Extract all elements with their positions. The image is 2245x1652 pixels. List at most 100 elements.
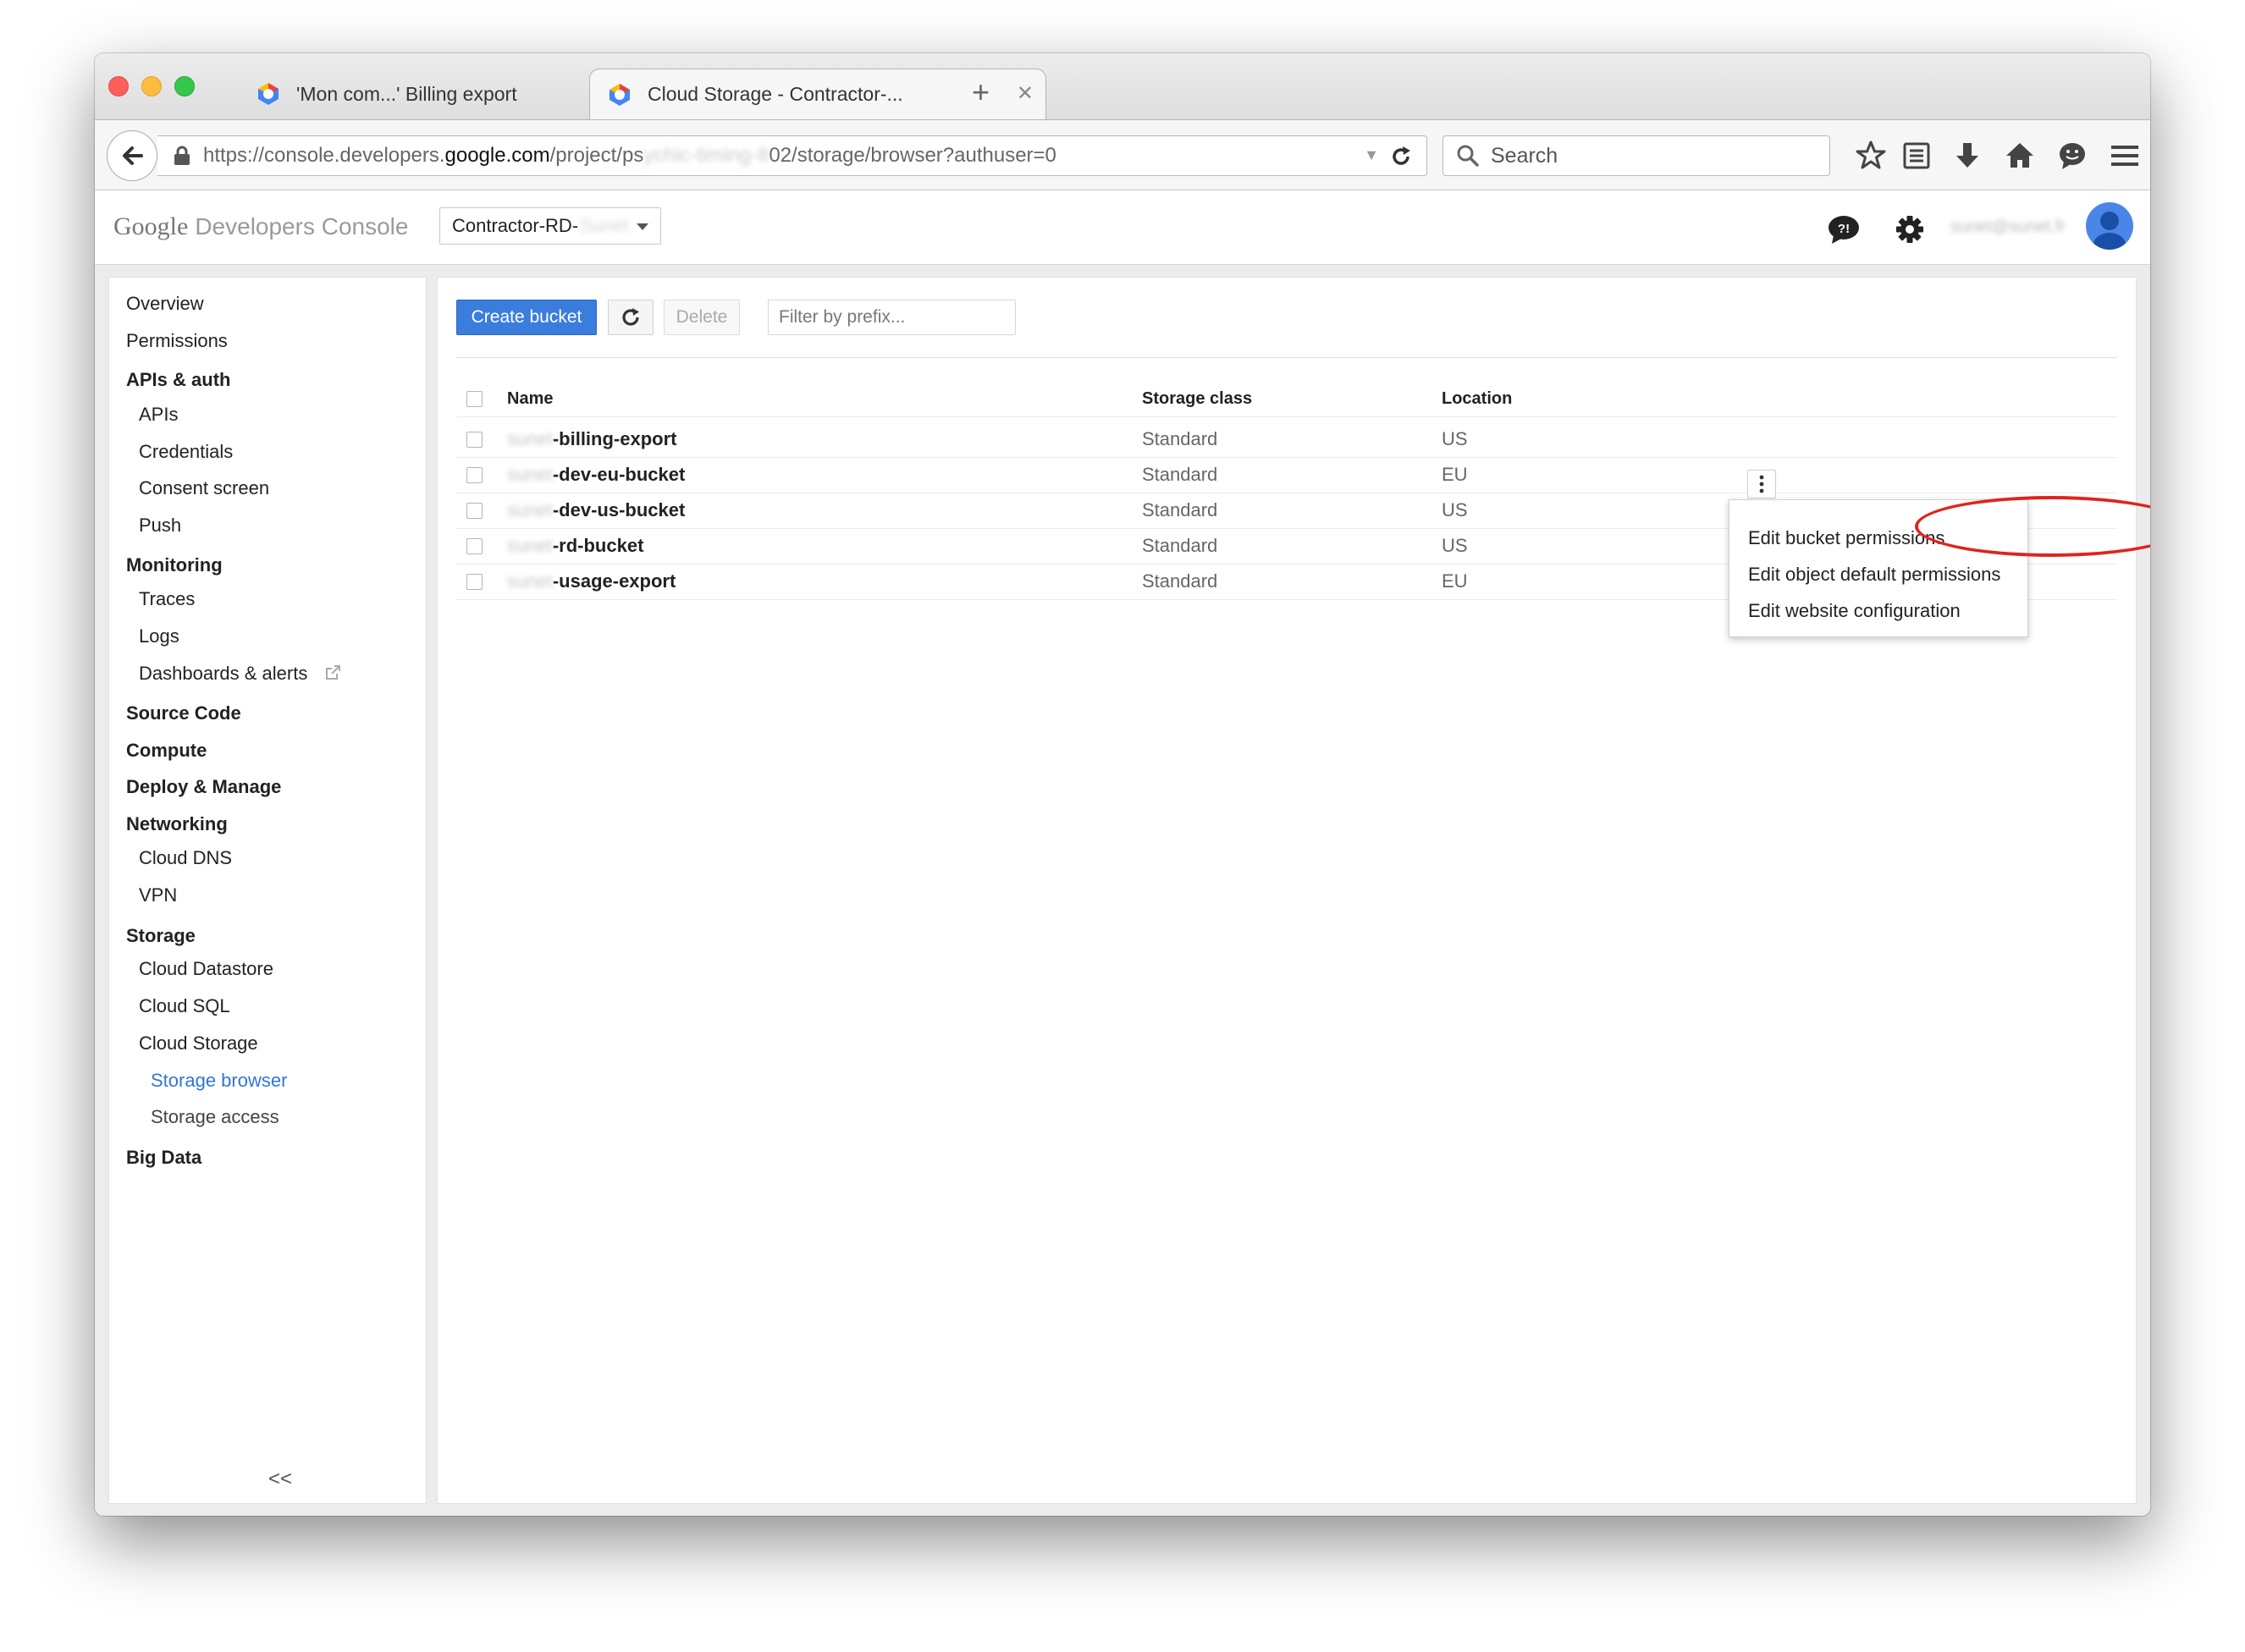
row-actions-button[interactable]	[1747, 470, 1776, 498]
refresh-icon	[622, 308, 639, 326]
sidebar-item-push[interactable]: Push	[139, 515, 181, 537]
sidebar-item-storage-access[interactable]: Storage access	[151, 1106, 279, 1128]
column-header-storage-class[interactable]: Storage class	[1142, 389, 1252, 409]
table-row[interactable]: sunet-billing-export Standard US	[438, 421, 2136, 457]
collapse-sidebar-button[interactable]: <<	[268, 1468, 292, 1491]
sidebar-item-cloud-datastore[interactable]: Cloud Datastore	[139, 958, 273, 980]
location: EU	[1442, 464, 1468, 485]
menu-item-edit-website-configuration[interactable]: Edit website configuration	[1748, 600, 1961, 622]
sidebar-item-networking[interactable]: Networking	[126, 813, 228, 835]
create-bucket-button[interactable]: Create bucket	[456, 300, 597, 335]
bucket-name-text: -dev-us-bucket	[552, 499, 686, 520]
tab-close-icon[interactable]: ✕	[1017, 81, 1034, 106]
download-icon[interactable]	[1950, 139, 1984, 173]
feedback-icon[interactable]: ?!	[1827, 214, 1861, 245]
menu-item-edit-bucket-permissions[interactable]: Edit bucket permissions	[1748, 527, 1944, 549]
sidebar-item-source-code[interactable]: Source Code	[126, 702, 241, 724]
sidebar-item-apis[interactable]: APIs	[139, 404, 178, 426]
sidebar: Overview Permissions APIs & auth APIs Cr…	[108, 277, 427, 1504]
refresh-button[interactable]	[608, 300, 654, 335]
table-row[interactable]: sunet-dev-eu-bucket Standard EU	[438, 457, 2136, 493]
filter-by-prefix-input[interactable]	[768, 300, 1016, 335]
bookmark-star-icon[interactable]	[1854, 139, 1888, 173]
account-email: sunet@sunet.fr	[1950, 218, 2066, 236]
project-selector[interactable]: Contractor-RD- Sunet	[439, 207, 661, 245]
user-silhouette-icon	[2093, 212, 2126, 250]
bookmarks-list-icon[interactable]	[1900, 139, 1933, 173]
sidebar-item-permissions[interactable]: Permissions	[126, 330, 228, 352]
sidebar-item-cloud-sql[interactable]: Cloud SQL	[139, 995, 230, 1017]
sidebar-item-cloud-storage[interactable]: Cloud Storage	[139, 1032, 258, 1055]
bucket-name-prefix: sunet	[507, 499, 553, 520]
row-checkbox[interactable]	[466, 503, 483, 519]
sidebar-item-dashboards-alerts[interactable]: Dashboards & alerts	[139, 663, 341, 685]
bucket-name[interactable]: sunet-dev-eu-bucket	[507, 464, 685, 486]
sidebar-item-vpn[interactable]: VPN	[139, 884, 177, 906]
bucket-name-prefix: sunet	[507, 464, 553, 485]
bucket-name[interactable]: sunet-usage-export	[507, 570, 676, 592]
cloud-console-favicon-icon	[258, 83, 279, 105]
row-checkbox[interactable]	[466, 467, 483, 483]
home-icon[interactable]	[2003, 139, 2037, 173]
search-placeholder: Search	[1491, 143, 1558, 168]
sidebar-item-monitoring[interactable]: Monitoring	[126, 554, 223, 576]
hamburger-menu-icon[interactable]	[2108, 139, 2142, 173]
browser-window: 'Mon com...' Billing export ✕ Cloud Stor…	[95, 53, 2150, 1516]
sidebar-item-storage-browser[interactable]: Storage browser	[151, 1070, 287, 1092]
reload-icon[interactable]	[1387, 143, 1415, 170]
bucket-name[interactable]: sunet-billing-export	[507, 428, 676, 450]
close-window-button[interactable]	[108, 76, 129, 96]
search-icon	[1457, 145, 1479, 167]
lock-icon	[174, 146, 190, 165]
location: US	[1442, 428, 1468, 449]
row-checkbox[interactable]	[466, 538, 483, 554]
sidebar-item-deploy-manage[interactable]: Deploy & Manage	[126, 776, 281, 798]
project-name-blurred: Sunet	[580, 215, 629, 236]
url-bar[interactable]: https://console.developers. google.com/pr…	[157, 135, 1427, 176]
bucket-name-prefix: sunet	[507, 570, 553, 592]
column-header-location[interactable]: Location	[1442, 389, 1512, 409]
sidebar-item-cloud-dns[interactable]: Cloud DNS	[139, 847, 232, 869]
search-bar[interactable]: Search	[1442, 135, 1830, 176]
sidebar-item-apis-auth[interactable]: APIs & auth	[126, 369, 230, 391]
new-tab-button[interactable]: +	[972, 77, 990, 107]
minimize-window-button[interactable]	[141, 76, 162, 96]
bucket-name[interactable]: sunet-dev-us-bucket	[507, 499, 685, 521]
tab-title: 'Mon com...' Billing export	[296, 82, 517, 105]
avatar[interactable]	[2086, 202, 2133, 250]
zoom-window-button[interactable]	[174, 76, 195, 96]
menu-item-edit-object-default-permissions[interactable]: Edit object default permissions	[1748, 564, 2000, 586]
sidebar-item-logs[interactable]: Logs	[139, 625, 179, 647]
bucket-name-prefix: sunet	[507, 535, 553, 556]
column-header-name[interactable]: Name	[507, 389, 553, 409]
sidebar-item-big-data[interactable]: Big Data	[126, 1147, 201, 1169]
gear-icon[interactable]	[1895, 214, 1925, 245]
tab-bar: 'Mon com...' Billing export ✕ Cloud Stor…	[95, 53, 2150, 119]
sidebar-item-consent-screen[interactable]: Consent screen	[139, 477, 269, 499]
sidebar-item-compute[interactable]: Compute	[126, 740, 207, 762]
chat-smiley-icon[interactable]	[2055, 139, 2089, 173]
delete-button[interactable]: Delete	[664, 300, 740, 335]
url-prefix: https://console.developers.	[203, 144, 445, 167]
navigation-toolbar: https://console.developers. google.com/pr…	[95, 119, 2150, 190]
bucket-name[interactable]: sunet-rd-bucket	[507, 535, 643, 557]
developers-console-logo[interactable]: Google Developers Console	[113, 212, 408, 241]
sidebar-item-overview[interactable]: Overview	[126, 293, 204, 315]
back-arrow-icon	[123, 146, 143, 165]
location: US	[1442, 499, 1468, 520]
project-name: Contractor-RD-	[452, 215, 579, 236]
tab-title: Cloud Storage - Contractor-...	[648, 83, 903, 105]
sidebar-item-credentials[interactable]: Credentials	[139, 441, 233, 463]
row-checkbox[interactable]	[466, 574, 483, 590]
cloud-console-favicon-icon	[610, 83, 630, 106]
divider	[456, 416, 2117, 417]
location: US	[1442, 535, 1468, 556]
back-button[interactable]	[107, 130, 157, 181]
url-history-dropdown-icon[interactable]: ▼	[1364, 146, 1379, 164]
row-checkbox[interactable]	[466, 432, 483, 448]
sidebar-item-traces[interactable]: Traces	[139, 588, 195, 610]
sidebar-item-storage[interactable]: Storage	[126, 925, 196, 947]
divider	[456, 357, 2117, 358]
select-all-checkbox[interactable]	[466, 391, 483, 407]
storage-class: Standard	[1142, 499, 1218, 520]
